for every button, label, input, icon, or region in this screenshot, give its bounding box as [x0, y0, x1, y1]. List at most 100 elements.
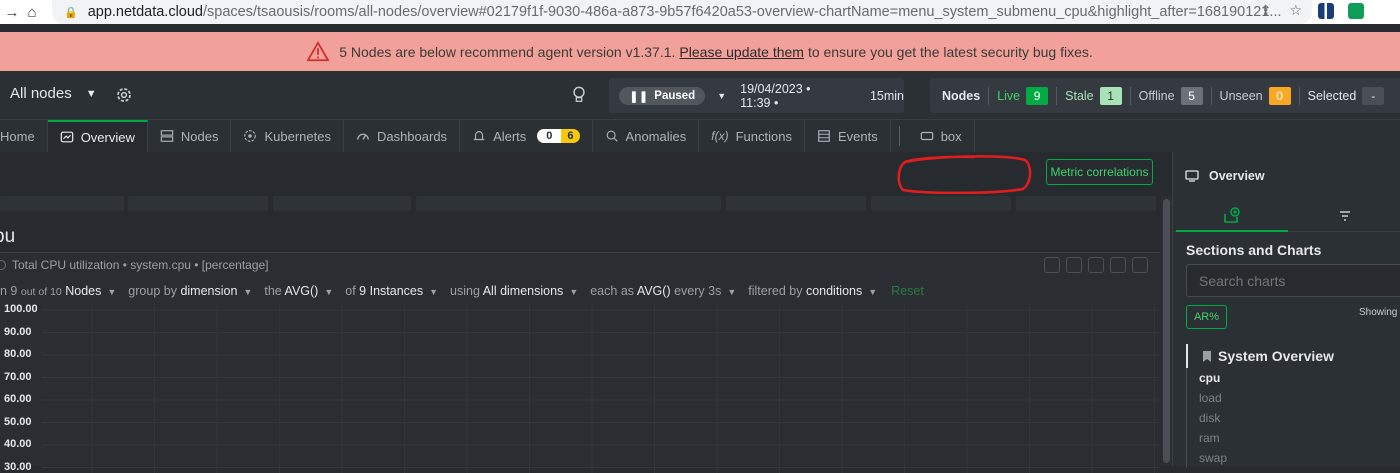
bell-icon: [473, 131, 485, 141]
time-aggregation-filter[interactable]: each as AVG() every 3s ▼: [590, 284, 736, 298]
conditions-filter[interactable]: filtered by conditions ▼: [748, 284, 877, 298]
alerts-counter[interactable]: 0 6: [537, 129, 580, 143]
summary-card: [128, 196, 268, 211]
room-name: All nodes: [10, 85, 72, 102]
info-circle-icon: [0, 260, 6, 270]
alerts-critical-count: 0: [537, 129, 562, 143]
gear-icon[interactable]: [115, 86, 133, 104]
sidebar-title: Overview: [1209, 169, 1265, 183]
summary-card: [871, 196, 1011, 211]
chart-filters: n 9 out of 10 Nodes ▼ group by dimension ▼…: [0, 284, 924, 298]
search-charts-input[interactable]: [1186, 264, 1400, 297]
live-count[interactable]: 9: [1026, 86, 1049, 105]
time-range-picker[interactable]: ❚❚ Paused ▼ 19/04/2023 • 11:39 • 15min: [609, 78, 904, 113]
tab-events-label: Events: [837, 128, 878, 144]
sidebar-item-ram[interactable]: ram: [1199, 428, 1227, 448]
scrollbar-thumb[interactable]: [1163, 199, 1170, 463]
charts-add-icon: [1224, 206, 1240, 223]
right-sidebar: Overview Sections and Charts AR% Showing…: [1172, 152, 1400, 468]
summary-card: [726, 196, 866, 211]
tab-functions[interactable]: f(x) Functions: [699, 120, 805, 152]
sidebar-item-swap[interactable]: swap: [1199, 448, 1227, 468]
chevron-down-icon: ▼: [727, 287, 737, 297]
live-label: Live: [997, 88, 1021, 103]
chevron-down-icon: ▼: [569, 287, 579, 297]
bookmark-star-icon[interactable]: ☆: [1289, 2, 1302, 19]
pause-icon: ❚❚: [629, 90, 649, 103]
chevron-down-icon: ▼: [324, 287, 334, 297]
main-tabs: Home Overview Nodes Kubernetes Dashboard…: [0, 119, 1400, 152]
y-tick-label: 100.00: [4, 303, 38, 315]
sidebar-item-cpu[interactable]: cpu: [1199, 368, 1227, 388]
fullscreen-icon[interactable]: [1110, 257, 1126, 273]
tab-nodes-label: Nodes: [180, 128, 219, 144]
tab-home[interactable]: Home: [0, 120, 48, 152]
room-selector[interactable]: All nodes ▼: [10, 85, 97, 102]
tab-anomalies[interactable]: Anomalies: [593, 120, 700, 152]
aggregation-filter[interactable]: the AVG() ▼: [264, 284, 333, 298]
reset-button[interactable]: Reset: [891, 284, 924, 298]
chevron-down-icon: ▼: [85, 87, 97, 100]
y-tick-label: 30.00: [4, 460, 32, 473]
info-icon[interactable]: [1066, 257, 1082, 273]
tab-charts[interactable]: [1176, 200, 1288, 232]
home-icon[interactable]: ⌂: [20, 0, 44, 24]
paused-badge[interactable]: ❚❚ Paused: [619, 86, 706, 105]
lightbulb-icon[interactable]: [571, 86, 587, 104]
download-icon[interactable]: [1088, 257, 1104, 273]
address-bar[interactable]: 🔒 app.netdata.cloud/spaces/tsaousis/room…: [52, 0, 1312, 24]
instances-filter[interactable]: of 9 Instances ▼: [345, 284, 438, 298]
tab-box[interactable]: box: [908, 120, 975, 152]
y-tick-label: 50.00: [4, 415, 32, 428]
paused-label: Paused: [654, 89, 696, 102]
datetime: 19/04/2023 • 11:39 •: [740, 81, 811, 110]
nodes-filter[interactable]: n 9 out of 10 Nodes ▼: [0, 284, 116, 298]
tab-kubernetes-label: Kubernetes: [264, 128, 331, 144]
tab-overview-label: Overview: [80, 129, 135, 145]
nodes-label: Nodes: [942, 88, 981, 103]
tab-dashboards[interactable]: Dashboards: [344, 120, 461, 152]
ar-button[interactable]: AR%: [1186, 305, 1227, 329]
overview-icon: [60, 131, 73, 143]
unseen-count[interactable]: 0: [1268, 86, 1291, 105]
extension-icon[interactable]: [1318, 3, 1334, 19]
tab-dashboards-label: Dashboards: [376, 128, 448, 144]
offline-count[interactable]: 5: [1180, 86, 1203, 105]
share-icon[interactable]: ⇪: [1260, 2, 1272, 19]
y-tick-label: 80.00: [4, 348, 32, 360]
chart-header: Total CPU utilization • system.cpu • [pe…: [0, 258, 269, 272]
dimensions-filter[interactable]: using All dimensions ▼: [450, 284, 578, 298]
url-path: /spaces/tsaousis/rooms/all-nodes/overvie…: [203, 4, 1282, 20]
metric-correlations-button[interactable]: Metric correlations: [1046, 159, 1153, 185]
banner-text-after: to ensure you get the latest security bu…: [807, 43, 1093, 60]
section-system-overview[interactable]: System Overview: [1186, 344, 1334, 368]
lock-icon: 🔒: [64, 6, 78, 19]
tab-alerts[interactable]: Alerts 0 6: [460, 120, 593, 152]
more-icon[interactable]: [1132, 257, 1148, 273]
nodes-status: Nodes Live 9 Stale 1 Offline 5 Unseen 0 …: [930, 78, 1400, 113]
main-content: Metric correlations pu Total CPU utiliza…: [0, 152, 1172, 473]
sidebar-item-load[interactable]: load: [1199, 388, 1227, 408]
y-tick-label: 40.00: [4, 438, 32, 450]
tab-kubernetes[interactable]: Kubernetes: [231, 120, 344, 152]
sidebar-item-disk[interactable]: disk: [1199, 408, 1227, 428]
extension-icon[interactable]: [1348, 3, 1364, 19]
stale-count[interactable]: 1: [1099, 86, 1122, 105]
annotation-circle: [897, 155, 1032, 194]
warning-icon: [307, 40, 330, 61]
tab-nodes[interactable]: Nodes: [148, 120, 232, 152]
filter-icon: [1339, 211, 1350, 221]
tab-overview[interactable]: Overview: [47, 120, 148, 152]
scrollbar[interactable]: [1161, 196, 1172, 466]
tab-events[interactable]: Events: [805, 120, 891, 152]
update-link[interactable]: Please update them: [679, 44, 804, 60]
tab-filters[interactable]: [1288, 200, 1400, 232]
zoom-icon[interactable]: [1044, 257, 1060, 273]
banner-text: 5 Nodes are below recommend agent versio…: [339, 43, 676, 60]
selected-label: Selected: [1307, 88, 1357, 103]
tab-alerts-label: Alerts: [493, 128, 527, 144]
summary-card: [416, 196, 721, 211]
selected-count[interactable]: -: [1362, 86, 1385, 105]
group-by-filter[interactable]: group by dimension ▼: [128, 284, 252, 298]
kubernetes-icon: [244, 130, 257, 142]
